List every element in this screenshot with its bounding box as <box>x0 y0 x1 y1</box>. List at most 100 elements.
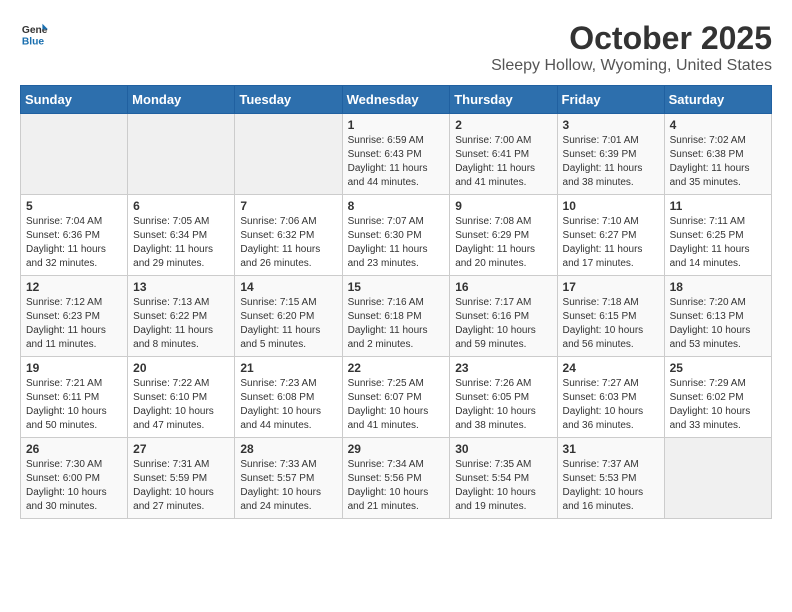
day-number: 5 <box>26 199 122 213</box>
day-info: Sunrise: 7:35 AM Sunset: 5:54 PM Dayligh… <box>455 458 551 514</box>
day-info: Sunrise: 7:25 AM Sunset: 6:07 PM Dayligh… <box>348 377 445 433</box>
day-info: Sunrise: 7:37 AM Sunset: 5:53 PM Dayligh… <box>563 458 659 514</box>
calendar-week-5: 26 Sunrise: 7:30 AM Sunset: 6:00 PM Dayli… <box>21 438 772 519</box>
weekday-header-saturday: Saturday <box>664 86 771 114</box>
weekday-header-tuesday: Tuesday <box>235 86 342 114</box>
calendar-cell: 23 Sunrise: 7:26 AM Sunset: 6:05 PM Dayli… <box>450 357 557 438</box>
calendar-week-4: 19 Sunrise: 7:21 AM Sunset: 6:11 PM Dayli… <box>21 357 772 438</box>
logo: General Blue <box>20 20 48 48</box>
calendar-cell <box>235 114 342 195</box>
day-info: Sunrise: 7:20 AM Sunset: 6:13 PM Dayligh… <box>670 296 766 352</box>
day-info: Sunrise: 7:34 AM Sunset: 5:56 PM Dayligh… <box>348 458 445 514</box>
day-info: Sunrise: 7:11 AM Sunset: 6:25 PM Dayligh… <box>670 215 766 271</box>
calendar-cell: 16Sunrise: 7:17 AM Sunset: 6:16 PM Dayli… <box>450 276 557 357</box>
page-header: General Blue October 2025 Sleepy Hollow,… <box>20 20 772 75</box>
day-number: 19 <box>26 361 122 375</box>
calendar-cell: 2 Sunrise: 7:00 AM Sunset: 6:41 PM Daylig… <box>450 114 557 195</box>
day-number: 6 <box>133 199 229 213</box>
day-number: 17 <box>563 280 659 294</box>
calendar-cell: 12 Sunrise: 7:12 AM Sunset: 6:23 PM Dayli… <box>21 276 128 357</box>
svg-text:Blue: Blue <box>22 36 45 47</box>
calendar-cell: 4 Sunrise: 7:02 AM Sunset: 6:38 PM Daylig… <box>664 114 771 195</box>
weekday-header-wednesday: Wednesday <box>342 86 450 114</box>
calendar-cell <box>21 114 128 195</box>
day-info: Sunrise: 7:00 AM Sunset: 6:41 PM Dayligh… <box>455 134 551 190</box>
day-number: 1 <box>348 118 445 132</box>
day-info: Sunrise: 7:08 AM Sunset: 6:29 PM Dayligh… <box>455 215 551 271</box>
day-info: Sunrise: 7:10 AM Sunset: 6:27 PM Dayligh… <box>563 215 659 271</box>
day-info: Sunrise: 7:21 AM Sunset: 6:11 PM Dayligh… <box>26 377 122 433</box>
day-number: 8 <box>348 199 445 213</box>
day-info: Sunrise: 7:01 AM Sunset: 6:39 PM Dayligh… <box>563 134 659 190</box>
day-info: Sunrise: 7:16 AM Sunset: 6:18 PM Dayligh… <box>348 296 445 352</box>
weekday-header-sunday: Sunday <box>21 86 128 114</box>
day-number: 21 <box>240 361 336 375</box>
calendar-table: SundayMondayTuesdayWednesdayThursdayFrid… <box>20 85 772 519</box>
calendar-cell: 1 Sunrise: 6:59 AM Sunset: 6:43 PM Daylig… <box>342 114 450 195</box>
day-number: 10 <box>563 199 659 213</box>
day-info: Sunrise: 7:12 AM Sunset: 6:23 PM Dayligh… <box>26 296 122 352</box>
calendar-cell: 5 Sunrise: 7:04 AM Sunset: 6:36 PM Daylig… <box>21 195 128 276</box>
calendar-cell: 30Sunrise: 7:35 AM Sunset: 5:54 PM Dayli… <box>450 438 557 519</box>
day-number: 26 <box>26 442 122 456</box>
calendar-cell: 8 Sunrise: 7:07 AM Sunset: 6:30 PM Daylig… <box>342 195 450 276</box>
day-number: 2 <box>455 118 551 132</box>
day-info: Sunrise: 7:13 AM Sunset: 6:22 PM Dayligh… <box>133 296 229 352</box>
day-info: Sunrise: 7:27 AM Sunset: 6:03 PM Dayligh… <box>563 377 659 433</box>
calendar-title: October 2025 <box>491 20 772 57</box>
day-number: 24 <box>563 361 659 375</box>
day-number: 12 <box>26 280 122 294</box>
day-info: Sunrise: 7:07 AM Sunset: 6:30 PM Dayligh… <box>348 215 445 271</box>
calendar-cell: 27Sunrise: 7:31 AM Sunset: 5:59 PM Dayli… <box>128 438 235 519</box>
day-info: Sunrise: 7:23 AM Sunset: 6:08 PM Dayligh… <box>240 377 336 433</box>
day-info: Sunrise: 7:30 AM Sunset: 6:00 PM Dayligh… <box>26 458 122 514</box>
day-number: 4 <box>670 118 766 132</box>
day-number: 7 <box>240 199 336 213</box>
calendar-cell: 3 Sunrise: 7:01 AM Sunset: 6:39 PM Daylig… <box>557 114 664 195</box>
day-info: Sunrise: 7:29 AM Sunset: 6:02 PM Dayligh… <box>670 377 766 433</box>
calendar-cell: 11 Sunrise: 7:11 AM Sunset: 6:25 PM Dayli… <box>664 195 771 276</box>
calendar-cell: 7 Sunrise: 7:06 AM Sunset: 6:32 PM Daylig… <box>235 195 342 276</box>
calendar-cell: 18 Sunrise: 7:20 AM Sunset: 6:13 PM Dayli… <box>664 276 771 357</box>
day-number: 25 <box>670 361 766 375</box>
day-info: Sunrise: 7:26 AM Sunset: 6:05 PM Dayligh… <box>455 377 551 433</box>
day-number: 23 <box>455 361 551 375</box>
day-info: Sunrise: 7:02 AM Sunset: 6:38 PM Dayligh… <box>670 134 766 190</box>
day-info: Sunrise: 7:05 AM Sunset: 6:34 PM Dayligh… <box>133 215 229 271</box>
day-info: Sunrise: 7:15 AM Sunset: 6:20 PM Dayligh… <box>240 296 336 352</box>
day-number: 27 <box>133 442 229 456</box>
day-info: Sunrise: 6:59 AM Sunset: 6:43 PM Dayligh… <box>348 134 445 190</box>
calendar-cell: 28Sunrise: 7:33 AM Sunset: 5:57 PM Dayli… <box>235 438 342 519</box>
calendar-cell: 25 Sunrise: 7:29 AM Sunset: 6:02 PM Dayli… <box>664 357 771 438</box>
calendar-subtitle: Sleepy Hollow, Wyoming, United States <box>491 57 772 75</box>
day-info: Sunrise: 7:06 AM Sunset: 6:32 PM Dayligh… <box>240 215 336 271</box>
day-number: 13 <box>133 280 229 294</box>
day-number: 9 <box>455 199 551 213</box>
day-number: 20 <box>133 361 229 375</box>
day-number: 3 <box>563 118 659 132</box>
calendar-cell: 14 Sunrise: 7:15 AM Sunset: 6:20 PM Dayli… <box>235 276 342 357</box>
day-number: 18 <box>670 280 766 294</box>
day-number: 15 <box>348 280 445 294</box>
calendar-week-1: 1 Sunrise: 6:59 AM Sunset: 6:43 PM Daylig… <box>21 114 772 195</box>
day-info: Sunrise: 7:17 AM Sunset: 6:16 PM Dayligh… <box>455 296 551 352</box>
calendar-cell: 21 Sunrise: 7:23 AM Sunset: 6:08 PM Dayli… <box>235 357 342 438</box>
day-info: Sunrise: 7:04 AM Sunset: 6:36 PM Dayligh… <box>26 215 122 271</box>
calendar-cell: 9 Sunrise: 7:08 AM Sunset: 6:29 PM Daylig… <box>450 195 557 276</box>
day-number: 14 <box>240 280 336 294</box>
day-number: 22 <box>348 361 445 375</box>
calendar-week-3: 12 Sunrise: 7:12 AM Sunset: 6:23 PM Dayli… <box>21 276 772 357</box>
calendar-cell: 15 Sunrise: 7:16 AM Sunset: 6:18 PM Dayli… <box>342 276 450 357</box>
calendar-cell: 17Sunrise: 7:18 AM Sunset: 6:15 PM Dayli… <box>557 276 664 357</box>
day-number: 28 <box>240 442 336 456</box>
logo-icon: General Blue <box>20 20 48 48</box>
weekday-header-row: SundayMondayTuesdayWednesdayThursdayFrid… <box>21 86 772 114</box>
day-number: 11 <box>670 199 766 213</box>
weekday-header-friday: Friday <box>557 86 664 114</box>
calendar-cell: 10 Sunrise: 7:10 AM Sunset: 6:27 PM Dayli… <box>557 195 664 276</box>
calendar-cell: 6 Sunrise: 7:05 AM Sunset: 6:34 PM Daylig… <box>128 195 235 276</box>
day-number: 31 <box>563 442 659 456</box>
calendar-cell: 19 Sunrise: 7:21 AM Sunset: 6:11 PM Dayli… <box>21 357 128 438</box>
calendar-cell: 13 Sunrise: 7:13 AM Sunset: 6:22 PM Dayli… <box>128 276 235 357</box>
calendar-cell: 24 Sunrise: 7:27 AM Sunset: 6:03 PM Dayli… <box>557 357 664 438</box>
